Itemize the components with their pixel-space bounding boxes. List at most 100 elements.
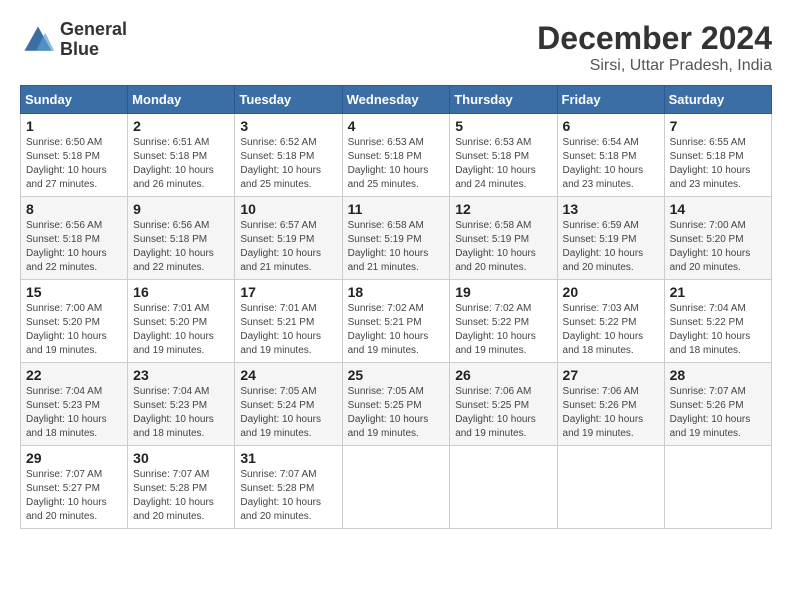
daylight: Daylight: 10 hours and 19 minutes. — [240, 331, 321, 356]
calendar-cell — [664, 446, 771, 529]
calendar-week-4: 22 Sunrise: 7:04 AM Sunset: 5:23 PM Dayl… — [21, 363, 772, 446]
calendar-week-1: 1 Sunrise: 6:50 AM Sunset: 5:18 PM Dayli… — [21, 114, 772, 197]
day-number: 31 — [240, 450, 336, 466]
day-number: 29 — [26, 450, 122, 466]
calendar-cell: 11 Sunrise: 6:58 AM Sunset: 5:19 PM Dayl… — [342, 197, 450, 280]
daylight: Daylight: 10 hours and 18 minutes. — [133, 414, 214, 439]
day-header-wednesday: Wednesday — [342, 86, 450, 114]
day-header-tuesday: Tuesday — [235, 86, 342, 114]
daylight: Daylight: 10 hours and 20 minutes. — [240, 497, 321, 522]
day-info: Sunrise: 7:07 AM Sunset: 5:28 PM Dayligh… — [240, 468, 336, 524]
calendar-cell: 7 Sunrise: 6:55 AM Sunset: 5:18 PM Dayli… — [664, 114, 771, 197]
day-number: 23 — [133, 367, 229, 383]
sunset: Sunset: 5:20 PM — [26, 317, 100, 328]
calendar-cell — [450, 446, 557, 529]
calendar-cell: 17 Sunrise: 7:01 AM Sunset: 5:21 PM Dayl… — [235, 280, 342, 363]
calendar-cell — [557, 446, 664, 529]
month-title: December 2024 — [537, 20, 772, 57]
day-info: Sunrise: 6:52 AM Sunset: 5:18 PM Dayligh… — [240, 136, 336, 192]
sunrise: Sunrise: 7:05 AM — [348, 386, 424, 397]
day-info: Sunrise: 7:07 AM Sunset: 5:27 PM Dayligh… — [26, 468, 122, 524]
calendar-cell: 8 Sunrise: 6:56 AM Sunset: 5:18 PM Dayli… — [21, 197, 128, 280]
daylight: Daylight: 10 hours and 26 minutes. — [133, 165, 214, 190]
day-info: Sunrise: 7:00 AM Sunset: 5:20 PM Dayligh… — [26, 302, 122, 358]
calendar-cell: 10 Sunrise: 6:57 AM Sunset: 5:19 PM Dayl… — [235, 197, 342, 280]
calendar-cell: 22 Sunrise: 7:04 AM Sunset: 5:23 PM Dayl… — [21, 363, 128, 446]
day-info: Sunrise: 6:59 AM Sunset: 5:19 PM Dayligh… — [563, 219, 659, 275]
sunrise: Sunrise: 7:02 AM — [348, 303, 424, 314]
day-number: 5 — [455, 118, 551, 134]
daylight: Daylight: 10 hours and 19 minutes. — [348, 414, 429, 439]
sunset: Sunset: 5:19 PM — [455, 234, 529, 245]
sunset: Sunset: 5:19 PM — [563, 234, 637, 245]
sunrise: Sunrise: 6:51 AM — [133, 137, 209, 148]
day-info: Sunrise: 6:53 AM Sunset: 5:18 PM Dayligh… — [348, 136, 445, 192]
calendar-cell: 26 Sunrise: 7:06 AM Sunset: 5:25 PM Dayl… — [450, 363, 557, 446]
sunset: Sunset: 5:27 PM — [26, 483, 100, 494]
day-number: 1 — [26, 118, 122, 134]
sunrise: Sunrise: 6:55 AM — [670, 137, 746, 148]
day-info: Sunrise: 7:05 AM Sunset: 5:24 PM Dayligh… — [240, 385, 336, 441]
day-info: Sunrise: 7:03 AM Sunset: 5:22 PM Dayligh… — [563, 302, 659, 358]
daylight: Daylight: 10 hours and 24 minutes. — [455, 165, 536, 190]
day-number: 24 — [240, 367, 336, 383]
calendar-cell: 28 Sunrise: 7:07 AM Sunset: 5:26 PM Dayl… — [664, 363, 771, 446]
sunrise: Sunrise: 7:04 AM — [26, 386, 102, 397]
calendar-cell: 21 Sunrise: 7:04 AM Sunset: 5:22 PM Dayl… — [664, 280, 771, 363]
logo: General Blue — [20, 20, 127, 60]
calendar-header-row: SundayMondayTuesdayWednesdayThursdayFrid… — [21, 86, 772, 114]
day-header-monday: Monday — [128, 86, 235, 114]
day-info: Sunrise: 7:00 AM Sunset: 5:20 PM Dayligh… — [670, 219, 766, 275]
calendar-cell: 5 Sunrise: 6:53 AM Sunset: 5:18 PM Dayli… — [450, 114, 557, 197]
daylight: Daylight: 10 hours and 22 minutes. — [133, 248, 214, 273]
day-number: 12 — [455, 201, 551, 217]
calendar-cell: 30 Sunrise: 7:07 AM Sunset: 5:28 PM Dayl… — [128, 446, 235, 529]
day-info: Sunrise: 7:07 AM Sunset: 5:26 PM Dayligh… — [670, 385, 766, 441]
day-info: Sunrise: 7:06 AM Sunset: 5:25 PM Dayligh… — [455, 385, 551, 441]
daylight: Daylight: 10 hours and 20 minutes. — [26, 497, 107, 522]
sunrise: Sunrise: 7:00 AM — [26, 303, 102, 314]
sunrise: Sunrise: 6:54 AM — [563, 137, 639, 148]
sunset: Sunset: 5:18 PM — [26, 234, 100, 245]
day-number: 20 — [563, 284, 659, 300]
day-number: 21 — [670, 284, 766, 300]
day-info: Sunrise: 6:50 AM Sunset: 5:18 PM Dayligh… — [26, 136, 122, 192]
calendar-cell: 19 Sunrise: 7:02 AM Sunset: 5:22 PM Dayl… — [450, 280, 557, 363]
sunrise: Sunrise: 6:58 AM — [348, 220, 424, 231]
sunset: Sunset: 5:20 PM — [670, 234, 744, 245]
sunrise: Sunrise: 6:56 AM — [133, 220, 209, 231]
day-info: Sunrise: 7:04 AM Sunset: 5:23 PM Dayligh… — [26, 385, 122, 441]
sunset: Sunset: 5:26 PM — [563, 400, 637, 411]
sunrise: Sunrise: 6:58 AM — [455, 220, 531, 231]
calendar-cell: 27 Sunrise: 7:06 AM Sunset: 5:26 PM Dayl… — [557, 363, 664, 446]
calendar-cell: 31 Sunrise: 7:07 AM Sunset: 5:28 PM Dayl… — [235, 446, 342, 529]
daylight: Daylight: 10 hours and 21 minutes. — [240, 248, 321, 273]
day-info: Sunrise: 7:01 AM Sunset: 5:21 PM Dayligh… — [240, 302, 336, 358]
day-number: 14 — [670, 201, 766, 217]
sunrise: Sunrise: 6:50 AM — [26, 137, 102, 148]
calendar-cell — [342, 446, 450, 529]
day-info: Sunrise: 7:01 AM Sunset: 5:20 PM Dayligh… — [133, 302, 229, 358]
sunset: Sunset: 5:18 PM — [133, 234, 207, 245]
day-number: 9 — [133, 201, 229, 217]
sunrise: Sunrise: 7:07 AM — [670, 386, 746, 397]
calendar-cell: 2 Sunrise: 6:51 AM Sunset: 5:18 PM Dayli… — [128, 114, 235, 197]
sunrise: Sunrise: 7:01 AM — [240, 303, 316, 314]
day-number: 25 — [348, 367, 445, 383]
day-info: Sunrise: 6:53 AM Sunset: 5:18 PM Dayligh… — [455, 136, 551, 192]
sunset: Sunset: 5:20 PM — [133, 317, 207, 328]
sunrise: Sunrise: 7:05 AM — [240, 386, 316, 397]
sunrise: Sunrise: 6:57 AM — [240, 220, 316, 231]
daylight: Daylight: 10 hours and 25 minutes. — [348, 165, 429, 190]
daylight: Daylight: 10 hours and 20 minutes. — [133, 497, 214, 522]
daylight: Daylight: 10 hours and 19 minutes. — [26, 331, 107, 356]
daylight: Daylight: 10 hours and 20 minutes. — [563, 248, 644, 273]
daylight: Daylight: 10 hours and 19 minutes. — [133, 331, 214, 356]
day-info: Sunrise: 6:56 AM Sunset: 5:18 PM Dayligh… — [133, 219, 229, 275]
calendar-cell: 12 Sunrise: 6:58 AM Sunset: 5:19 PM Dayl… — [450, 197, 557, 280]
daylight: Daylight: 10 hours and 19 minutes. — [348, 331, 429, 356]
day-number: 17 — [240, 284, 336, 300]
sunset: Sunset: 5:18 PM — [670, 151, 744, 162]
calendar-cell: 16 Sunrise: 7:01 AM Sunset: 5:20 PM Dayl… — [128, 280, 235, 363]
sunrise: Sunrise: 7:03 AM — [563, 303, 639, 314]
